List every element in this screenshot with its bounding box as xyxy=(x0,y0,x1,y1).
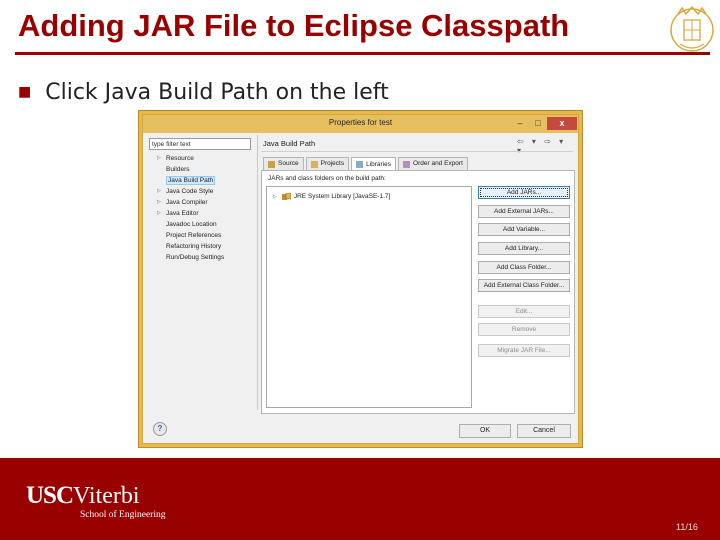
tree-item[interactable]: Run/Debug Settings xyxy=(149,252,253,263)
tab-icon xyxy=(356,161,364,168)
page-number: 11/16 xyxy=(676,522,698,532)
eclipse-screenshot: Properties for test – □ x type filter te… xyxy=(138,110,583,448)
logo-usc: USC xyxy=(26,482,74,509)
add-jars-button[interactable]: Add JARs... xyxy=(478,186,570,199)
tab-label: Source xyxy=(278,160,299,167)
tree-item-label: Project References xyxy=(166,232,222,239)
title-divider xyxy=(15,52,710,55)
maximize-button[interactable]: □ xyxy=(531,117,545,130)
tree-item[interactable]: ▷ Java Code Style xyxy=(149,186,253,197)
tree-item[interactable]: ▷ Java Compiler xyxy=(149,197,253,208)
university-seal-icon xyxy=(670,5,714,52)
tree-item[interactable]: Refactoring History xyxy=(149,241,253,252)
tab-order-and-export[interactable]: Order and Export xyxy=(398,157,468,170)
bullet-square-icon: ■ xyxy=(18,84,32,100)
logo-viterbi: Viterbi xyxy=(73,483,140,509)
cancel-button[interactable]: Cancel xyxy=(517,424,571,438)
navigation-arrows-icon[interactable]: ⇦ ▾ ⇨ ▾ ▾ xyxy=(517,137,578,155)
migrate-jar-file-button[interactable]: Migrate JAR File... xyxy=(478,344,570,357)
tree-item-label: Javadoc Location xyxy=(166,221,217,228)
tree-item-label: Builders xyxy=(166,166,190,173)
expand-arrow-icon[interactable]: ▷ xyxy=(273,194,277,200)
minimize-button[interactable]: – xyxy=(513,117,527,130)
tree-item-label: Refactoring History xyxy=(166,243,222,250)
panel-label: JARs and class folders on the build path… xyxy=(268,175,386,182)
bullet-label: Click Java Build Path on the left xyxy=(45,80,389,105)
tree-item-label: Run/Debug Settings xyxy=(166,254,225,261)
tree-item[interactable]: ▷ Java Editor xyxy=(149,208,253,219)
usc-viterbi-logo: USCViterbi xyxy=(26,482,140,510)
edit-button[interactable]: Edit... xyxy=(478,305,570,318)
tab-icon xyxy=(403,160,411,168)
tab-icon xyxy=(268,160,275,168)
dialog-titlebar[interactable]: Properties for test – □ x xyxy=(143,115,578,133)
tree-item[interactable]: Builders xyxy=(149,164,253,175)
property-tree: ▷ Resource Builders Java Build Path ▷ Java Co… xyxy=(149,153,253,263)
expand-arrow-icon[interactable]: ▷ xyxy=(157,197,161,208)
filter-input[interactable]: type filter text xyxy=(149,138,251,150)
tab-label: Order and Export xyxy=(413,160,463,167)
libraries-panel: JARs and class folders on the build path… xyxy=(261,170,575,414)
logo-subtitle: School of Engineering xyxy=(80,510,166,520)
add-external-class-folder-button[interactable]: Add External Class Folder... xyxy=(478,279,570,292)
tab-libraries[interactable]: Libraries xyxy=(351,157,397,171)
tree-item[interactable]: Javadoc Location xyxy=(149,219,253,230)
tab-label: Projects xyxy=(320,160,345,167)
remove-button[interactable]: Remove xyxy=(478,323,570,336)
properties-dialog: Properties for test – □ x type filter te… xyxy=(142,114,579,444)
help-icon[interactable]: ? xyxy=(153,422,167,436)
section-divider xyxy=(261,151,573,152)
tree-item-label: Java Code Style xyxy=(166,188,214,195)
add-external-jars-button[interactable]: Add External JARs... xyxy=(478,205,570,218)
tree-item[interactable]: Project References xyxy=(149,230,253,241)
library-jar-icon xyxy=(281,193,291,200)
bullet-text: ■ Click Java Build Path on the left xyxy=(18,80,389,105)
build-path-list[interactable]: ▷ JRE System Library [JavaSE-1.7] xyxy=(266,186,472,408)
expand-arrow-icon[interactable]: ▷ xyxy=(157,153,161,164)
close-button[interactable]: x xyxy=(547,117,577,130)
ok-button[interactable]: OK xyxy=(459,424,511,438)
list-item[interactable]: ▷ JRE System Library [JavaSE-1.7] xyxy=(273,193,390,200)
add-library-button[interactable]: Add Library... xyxy=(478,242,570,255)
tree-item-label: Java Compiler xyxy=(166,199,208,206)
list-item-label: JRE System Library [JavaSE-1.7] xyxy=(293,193,391,200)
section-title: Java Build Path xyxy=(263,139,316,148)
tree-item-label: Resource xyxy=(166,155,194,162)
add-class-folder-button[interactable]: Add Class Folder... xyxy=(478,261,570,274)
tab-source[interactable]: Source xyxy=(263,157,304,170)
pane-divider[interactable] xyxy=(257,135,258,410)
tab-icon xyxy=(310,160,318,168)
expand-arrow-icon[interactable]: ▷ xyxy=(157,208,161,219)
add-variable-button[interactable]: Add Variable... xyxy=(478,223,570,236)
tree-item[interactable]: ▷ Resource xyxy=(149,153,253,164)
slide-title: Adding JAR File to Eclipse Classpath xyxy=(18,8,570,43)
build-path-tabs: Source Projects Libraries Order and Export xyxy=(263,157,470,171)
tree-item[interactable]: Java Build Path xyxy=(149,175,253,186)
tree-item-label: Java Build Path xyxy=(166,176,216,185)
expand-arrow-icon[interactable]: ▷ xyxy=(157,186,161,197)
tab-label: Libraries xyxy=(366,160,392,168)
tab-projects[interactable]: Projects xyxy=(305,157,350,170)
slide-footer: USCViterbi School of Engineering 11/16 xyxy=(0,458,720,540)
tree-item-label: Java Editor xyxy=(166,210,199,217)
